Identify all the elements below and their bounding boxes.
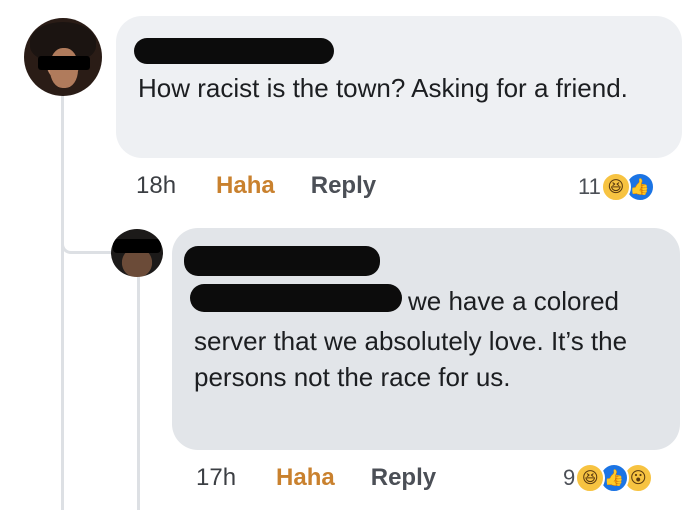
redacted-text [190, 284, 402, 312]
avatar-censor-bar [38, 56, 90, 70]
reply-comment-text: server that we absolutely love. It’s the… [194, 326, 628, 392]
reply-button[interactable]: Reply [371, 464, 436, 492]
haha-icon: 😆 [600, 172, 631, 202]
comment-timestamp[interactable]: 18h [136, 172, 176, 200]
redacted-replier-name [184, 246, 380, 276]
reply-thread-line [137, 275, 140, 510]
main-comment-actions: 18h Haha Reply [136, 172, 376, 200]
redacted-commenter-name [134, 38, 334, 64]
main-comment-text: How racist is the town? Asking for a fri… [138, 73, 628, 103]
reply-comment-text-line1: we have a colored [408, 286, 620, 316]
thread-line [61, 95, 64, 510]
thread-branch-line [61, 244, 111, 254]
reaction-count: 11 [578, 174, 601, 199]
commenter-avatar[interactable] [24, 18, 102, 96]
haha-reaction-button[interactable]: Haha [216, 172, 275, 200]
haha-reaction-button[interactable]: Haha [276, 464, 335, 492]
comment-timestamp[interactable]: 17h [196, 464, 236, 492]
reply-reaction-summary[interactable]: 9 😆 👍 😮 [563, 463, 654, 493]
comment-thread: How racist is the town? Asking for a fri… [0, 0, 700, 510]
reaction-count: 9 [563, 465, 576, 490]
avatar-censor-bar [113, 239, 161, 253]
haha-icon: 😆 [575, 463, 606, 493]
reply-comment-actions: 17h Haha Reply [196, 464, 436, 492]
main-reaction-summary[interactable]: 11 😆 👍 [578, 172, 655, 202]
replier-avatar[interactable] [111, 229, 163, 277]
reply-button[interactable]: Reply [311, 172, 376, 200]
